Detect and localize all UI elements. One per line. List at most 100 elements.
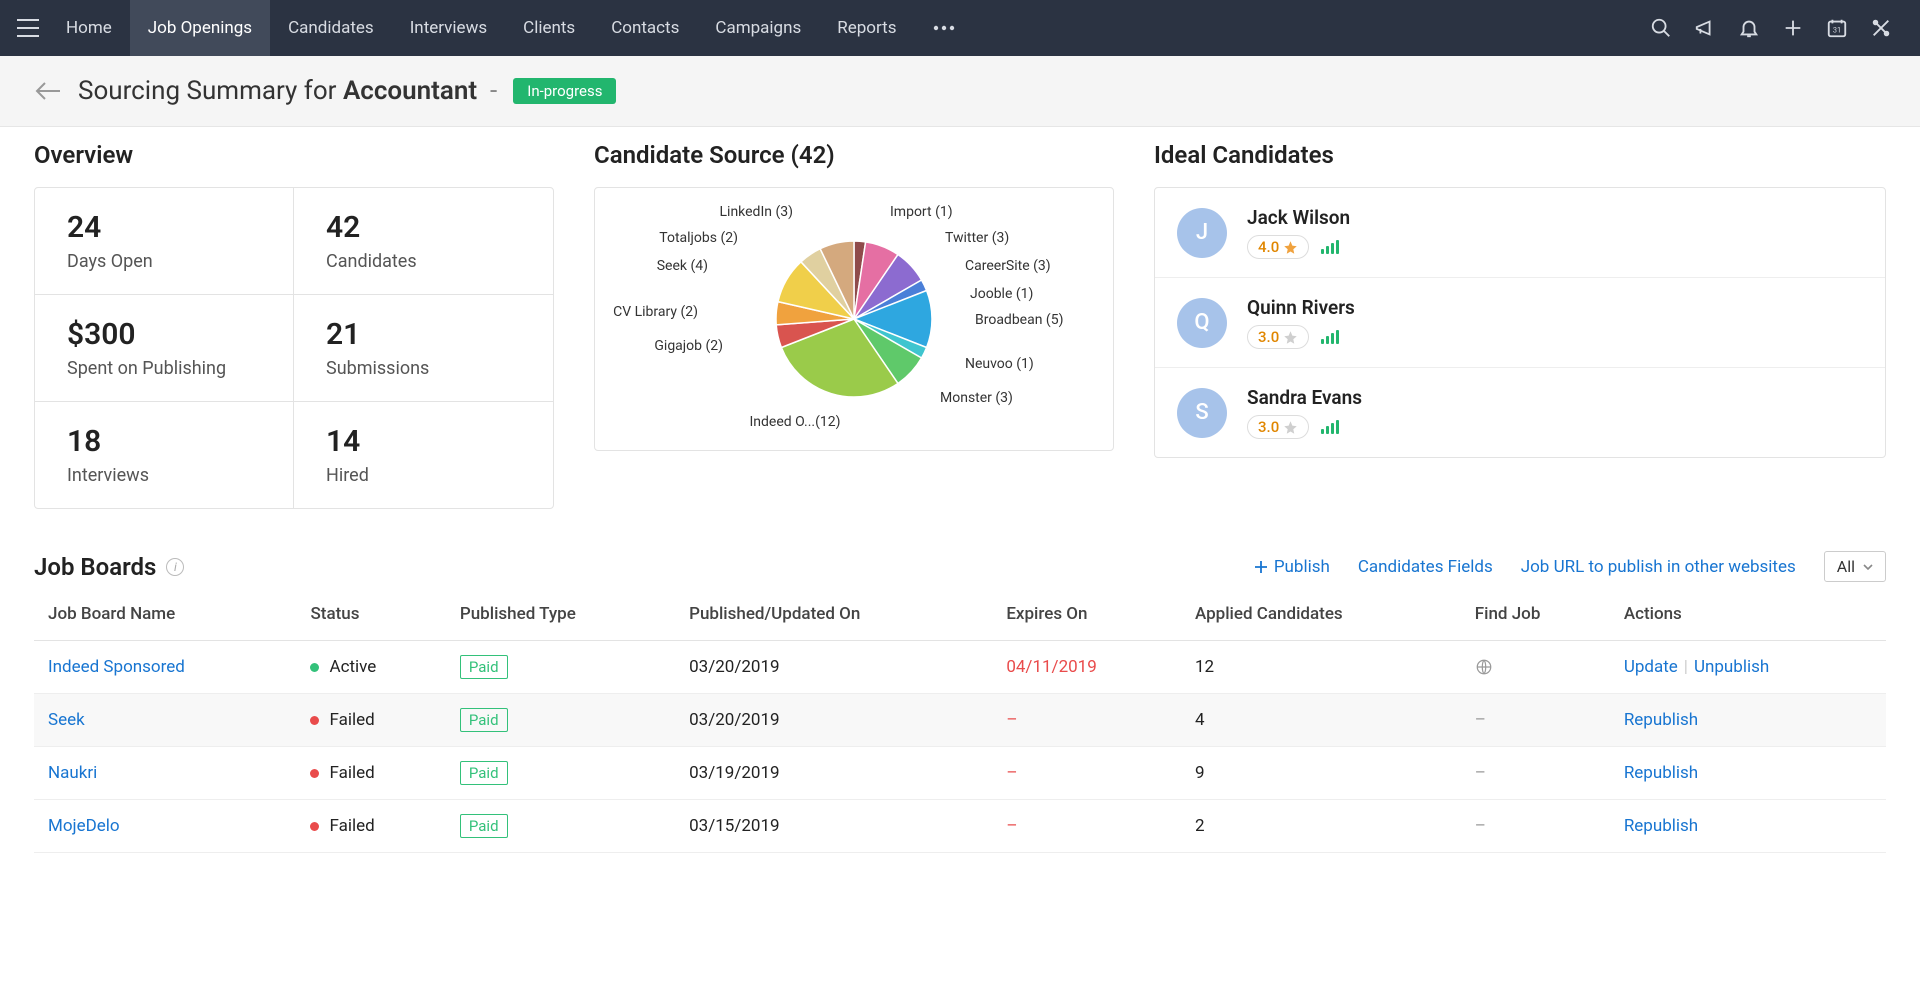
applied-count: 9 <box>1181 747 1461 800</box>
candidate-name: Jack Wilson <box>1247 206 1350 229</box>
overview-label: Candidates <box>326 251 521 272</box>
overview-cell: 18 Interviews <box>35 402 294 508</box>
page-title-job: Accountant <box>343 76 477 106</box>
globe-icon[interactable] <box>1475 658 1493 676</box>
nav-item-campaigns[interactable]: Campaigns <box>697 0 819 56</box>
job-url-link[interactable]: Job URL to publish in other websites <box>1521 557 1796 577</box>
table-header-cell: Job Board Name <box>34 588 296 641</box>
pie-slice-label: Jooble (1) <box>970 286 1033 302</box>
nav-item-interviews[interactable]: Interviews <box>392 0 505 56</box>
published-date: 03/19/2019 <box>675 747 992 800</box>
overview-value: 24 <box>67 210 261 245</box>
nav-item-clients[interactable]: Clients <box>505 0 593 56</box>
menu-icon[interactable] <box>8 8 48 48</box>
action-republish[interactable]: Republish <box>1624 816 1698 836</box>
table-row: Indeed Sponsored Active Paid 03/20/2019 … <box>34 641 1886 694</box>
overview-label: Days Open <box>67 251 261 272</box>
find-job-cell <box>1461 641 1610 694</box>
overview-value: 14 <box>326 424 521 459</box>
actions-cell: Update|Unpublish <box>1610 641 1886 694</box>
pie-slice-label: Indeed O...(12) <box>749 414 840 430</box>
expires-date: – <box>992 694 1181 747</box>
star-icon <box>1283 240 1298 255</box>
tools-icon[interactable] <box>1868 15 1894 41</box>
overview-label: Spent on Publishing <box>67 358 261 379</box>
star-icon <box>1283 420 1298 435</box>
table-header-cell: Find Job <box>1461 588 1610 641</box>
overview-label: Submissions <box>326 358 521 379</box>
overview-cell: 21 Submissions <box>294 295 553 402</box>
status-cell: Failed <box>296 800 445 853</box>
nav-item-job-openings[interactable]: Job Openings <box>130 0 270 56</box>
page-title: Sourcing Summary for Accountant - <box>78 76 497 106</box>
jobboards-table: Job Board NameStatusPublished TypePublis… <box>34 588 1886 853</box>
pie-slice-label: Seek (4) <box>657 258 708 274</box>
ideal-candidates-card: J Jack Wilson 4.0 Q Quinn Rivers 3.0 <box>1154 187 1886 458</box>
pie-slice-label: LinkedIn (3) <box>720 204 794 220</box>
table-header-cell: Published/Updated On <box>675 588 992 641</box>
pie-chart <box>776 241 932 397</box>
find-job-cell: – <box>1461 800 1610 853</box>
ideal-candidate-row[interactable]: S Sandra Evans 3.0 <box>1155 368 1885 457</box>
status-cell: Active <box>296 641 445 694</box>
action-update[interactable]: Update <box>1624 657 1678 677</box>
top-nav: HomeJob OpeningsCandidatesInterviewsClie… <box>0 0 1920 56</box>
nav-more[interactable] <box>915 25 973 31</box>
pie-slice-label: Twitter (3) <box>945 230 1009 246</box>
announce-icon[interactable] <box>1692 15 1718 41</box>
expires-date: – <box>992 800 1181 853</box>
candidates-fields-link[interactable]: Candidates Fields <box>1358 557 1493 577</box>
ideal-candidate-row[interactable]: J Jack Wilson 4.0 <box>1155 188 1885 278</box>
publish-button[interactable]: Publish <box>1254 557 1330 577</box>
signal-bars-icon <box>1321 330 1339 344</box>
subheader: Sourcing Summary for Accountant - In-pro… <box>0 56 1920 127</box>
published-type-tag: Paid <box>460 708 508 732</box>
overview-heading: Overview <box>34 141 554 169</box>
find-job-cell: – <box>1461 694 1610 747</box>
action-republish[interactable]: Republish <box>1624 710 1698 730</box>
applied-count: 4 <box>1181 694 1461 747</box>
pie-slice-label: Broadbean (5) <box>975 312 1063 328</box>
table-header-cell: Published Type <box>446 588 675 641</box>
overview-value: 18 <box>67 424 261 459</box>
board-name-link[interactable]: MojeDelo <box>48 816 120 836</box>
overview-cell: 42 Candidates <box>294 188 553 295</box>
board-name-link[interactable]: Indeed Sponsored <box>48 657 185 677</box>
candidate-name: Quinn Rivers <box>1247 296 1355 319</box>
svg-text:31: 31 <box>1833 26 1841 35</box>
nav-item-candidates[interactable]: Candidates <box>270 0 392 56</box>
nav-item-contacts[interactable]: Contacts <box>593 0 697 56</box>
action-unpublish[interactable]: Unpublish <box>1694 657 1769 677</box>
board-name-link[interactable]: Naukri <box>48 763 97 783</box>
pie-chart-card: Import (1)Twitter (3)CareerSite (3)Joobl… <box>594 187 1114 451</box>
action-republish[interactable]: Republish <box>1624 763 1698 783</box>
pie-slice-label: Gigajob (2) <box>654 338 723 354</box>
candidate-name: Sandra Evans <box>1247 386 1362 409</box>
calendar-icon[interactable]: 31 <box>1824 15 1850 41</box>
pie-slice-label: Monster (3) <box>940 390 1013 406</box>
board-name-link[interactable]: Seek <box>48 710 85 730</box>
filter-value: All <box>1837 557 1855 576</box>
overview-cell: 24 Days Open <box>35 188 294 295</box>
filter-dropdown[interactable]: All <box>1824 551 1886 582</box>
actions-cell: Republish <box>1610 694 1886 747</box>
search-icon[interactable] <box>1648 15 1674 41</box>
ideal-candidate-row[interactable]: Q Quinn Rivers 3.0 <box>1155 278 1885 368</box>
published-date: 03/20/2019 <box>675 641 992 694</box>
plus-icon[interactable] <box>1780 15 1806 41</box>
avatar: Q <box>1177 298 1227 348</box>
info-icon[interactable]: i <box>166 558 184 576</box>
rating-pill: 3.0 <box>1247 415 1309 439</box>
pie-slice-label: Neuvoo (1) <box>965 356 1034 372</box>
nav-item-home[interactable]: Home <box>48 0 130 56</box>
status-cell: Failed <box>296 747 445 800</box>
overview-value: $300 <box>67 317 261 352</box>
overview-grid: 24 Days Open42 Candidates$300 Spent on P… <box>34 187 554 509</box>
overview-cell: 14 Hired <box>294 402 553 508</box>
find-job-cell: – <box>1461 747 1610 800</box>
back-arrow-icon[interactable] <box>34 77 62 105</box>
bell-icon[interactable] <box>1736 15 1762 41</box>
overview-value: 42 <box>326 210 521 245</box>
nav-item-reports[interactable]: Reports <box>819 0 914 56</box>
applied-count: 12 <box>1181 641 1461 694</box>
